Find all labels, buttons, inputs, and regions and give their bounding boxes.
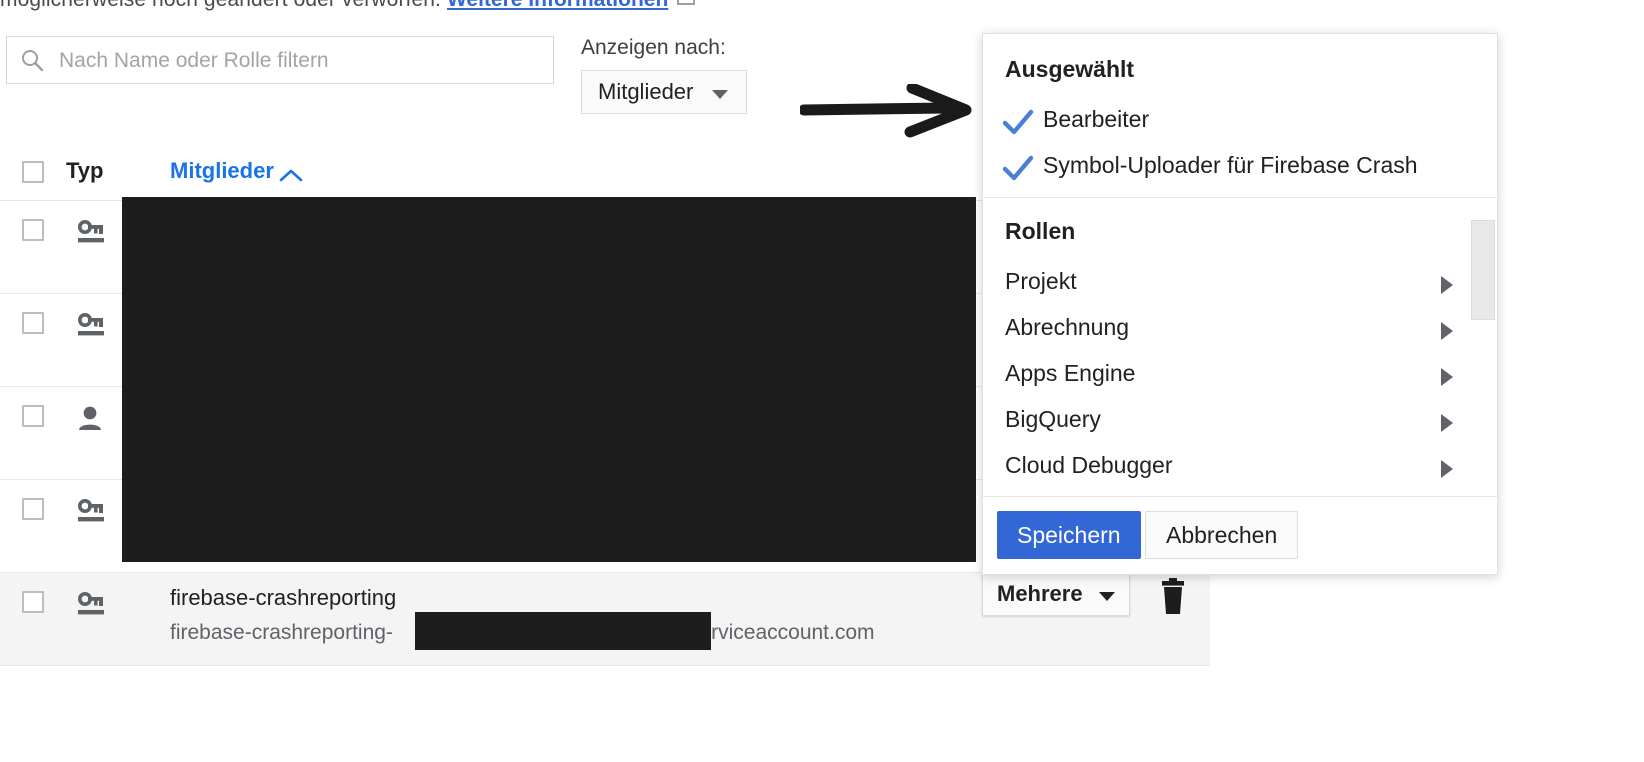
role-item-label: Apps Engine — [1005, 360, 1136, 386]
search-icon — [20, 48, 44, 72]
row-checkbox[interactable] — [22, 219, 44, 241]
cancel-button[interactable]: Abbrechen — [1145, 511, 1299, 559]
role-item-abrechnung[interactable]: Abrechnung — [983, 310, 1497, 356]
save-button[interactable]: Speichern — [997, 511, 1141, 559]
service-account-key-icon — [76, 496, 112, 535]
notice-banner: möglicherweise noch geändert oder verwor… — [0, 0, 1644, 13]
redaction-block — [415, 612, 711, 650]
chevron-right-icon — [1441, 368, 1453, 386]
selected-role-label: Symbol-Uploader für Firebase Crash — [1043, 152, 1418, 178]
view-by-selected-value: Mitglieder — [598, 79, 694, 104]
role-picker-actions: Speichern Abbrechen — [983, 497, 1497, 575]
chevron-down-icon — [712, 90, 728, 99]
search-input[interactable] — [57, 37, 551, 85]
row-checkbox[interactable] — [22, 312, 44, 334]
role-item-cloud-debugger[interactable]: Cloud Debugger — [983, 448, 1497, 494]
selected-role-label: Bearbeiter — [1043, 106, 1150, 132]
sort-ascending-icon[interactable] — [278, 168, 304, 189]
trash-icon — [1162, 578, 1184, 614]
selected-roles-section: Ausgewählt Bearbeiter Symbol-Uploader fü… — [983, 34, 1497, 198]
member-email-suffix: serviceaccount.com — [688, 621, 875, 644]
check-icon — [1001, 106, 1035, 140]
role-item-bigquery[interactable]: BigQuery — [983, 402, 1497, 448]
notice-text: möglicherweise noch geändert oder verwor… — [0, 0, 441, 11]
selected-roles-title: Ausgewählt — [1005, 56, 1135, 82]
member-name: firebase-crashreporting — [170, 585, 397, 610]
external-link-icon — [677, 0, 696, 5]
filter-box[interactable] — [6, 36, 554, 85]
role-item-label: BigQuery — [1005, 406, 1101, 432]
delete-member-button[interactable] — [1156, 578, 1190, 616]
roles-title: Rollen — [1005, 218, 1076, 244]
chevron-down-icon — [1099, 592, 1115, 601]
row-role-dropdown-label: Mehrere — [997, 581, 1083, 606]
view-by-select[interactable]: Mitglieder — [581, 70, 747, 114]
role-item-label: Abrechnung — [1005, 314, 1130, 340]
role-item-label: Cloud Debugger — [1005, 452, 1173, 478]
chevron-right-icon — [1441, 460, 1453, 478]
row-checkbox[interactable] — [22, 405, 44, 427]
select-all-checkbox[interactable] — [22, 161, 44, 183]
service-account-key-icon — [76, 217, 112, 256]
row-role-dropdown[interactable]: Mehrere — [982, 574, 1130, 616]
roles-section: Rollen Projekt Abrechnung Apps Engine Bi… — [983, 198, 1497, 497]
person-icon — [76, 403, 112, 442]
column-header-type: Typ — [66, 158, 104, 183]
chevron-right-icon — [1441, 276, 1453, 294]
notice-link[interactable]: Weitere Informationen — [447, 0, 668, 11]
column-header-member[interactable]: Mitglieder — [170, 158, 274, 184]
check-icon — [1001, 152, 1035, 186]
row-checkbox[interactable] — [22, 591, 44, 613]
chevron-right-icon — [1441, 414, 1453, 432]
member-email-prefix: firebase-crashreporting- — [170, 621, 393, 644]
service-account-key-icon — [76, 310, 112, 349]
redaction-block — [122, 197, 976, 562]
view-by-label: Anzeigen nach: — [581, 36, 726, 59]
chevron-right-icon — [1441, 322, 1453, 340]
hand-drawn-right-arrow-icon — [798, 82, 980, 144]
role-item-projekt[interactable]: Projekt — [983, 264, 1497, 310]
row-checkbox[interactable] — [22, 498, 44, 520]
service-account-key-icon — [76, 589, 112, 628]
role-picker-panel: Ausgewählt Bearbeiter Symbol-Uploader fü… — [982, 33, 1498, 575]
role-item-apps-engine[interactable]: Apps Engine — [983, 356, 1497, 402]
role-item-label: Projekt — [1005, 268, 1077, 294]
